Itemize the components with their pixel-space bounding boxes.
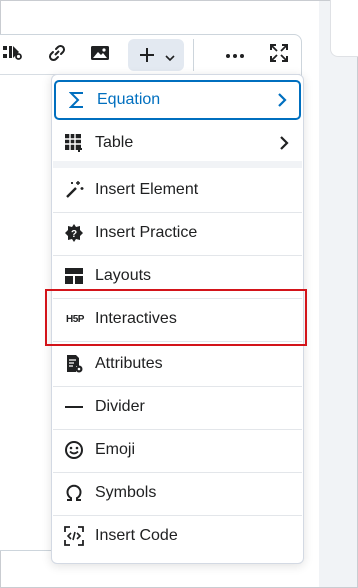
attributes-icon bbox=[64, 354, 84, 374]
emoji-icon bbox=[64, 440, 84, 460]
menu-item-insert-practice[interactable]: ? Insert Practice bbox=[52, 212, 303, 254]
menu-item-symbols[interactable]: Symbols bbox=[52, 472, 303, 514]
menu-item-label: Insert Element bbox=[95, 181, 199, 198]
menu-item-label: Layouts bbox=[95, 267, 152, 284]
chevron-right-icon bbox=[275, 93, 289, 107]
media-button[interactable] bbox=[0, 39, 26, 71]
menu-item-emoji[interactable]: Emoji bbox=[52, 429, 303, 471]
menu-item-label: Symbols bbox=[95, 484, 157, 501]
plus-icon bbox=[139, 47, 155, 68]
media-icon bbox=[2, 43, 24, 68]
layouts-icon bbox=[64, 266, 84, 286]
right-panel bbox=[319, 1, 357, 587]
link-button[interactable] bbox=[41, 39, 73, 71]
menu-item-insert-code[interactable]: Insert Code bbox=[52, 515, 303, 557]
group-separator bbox=[53, 161, 302, 168]
right-panel-card bbox=[330, 0, 358, 57]
more-icon bbox=[225, 46, 245, 64]
insert-stuff-button[interactable] bbox=[128, 39, 184, 71]
menu-item-insert-element[interactable]: Insert Element bbox=[52, 169, 303, 211]
code-icon bbox=[64, 526, 84, 546]
divider-icon bbox=[64, 397, 84, 417]
interactives-highlight-annotation bbox=[45, 289, 307, 346]
sigma-icon bbox=[67, 90, 87, 110]
image-icon bbox=[90, 44, 110, 67]
menu-item-label: Equation bbox=[97, 91, 161, 108]
fullscreen-button[interactable] bbox=[263, 39, 295, 71]
image-button[interactable] bbox=[84, 39, 116, 71]
magic-wand-icon bbox=[64, 180, 84, 200]
menu-item-label: Insert Code bbox=[95, 527, 178, 544]
menu-item-label: Emoji bbox=[95, 441, 136, 458]
toolbar-separator bbox=[193, 39, 194, 71]
fullscreen-icon bbox=[269, 43, 289, 68]
menu-item-label: Divider bbox=[95, 398, 145, 415]
practice-icon: ? bbox=[64, 223, 84, 243]
editor-toolbar bbox=[0, 35, 300, 75]
menu-item-label: Table bbox=[95, 134, 134, 151]
menu-item-label: Attributes bbox=[95, 355, 163, 372]
menu-item-equation[interactable]: Equation bbox=[54, 80, 301, 120]
menu-item-divider-insert[interactable]: Divider bbox=[52, 386, 303, 428]
chevron-right-icon bbox=[277, 136, 291, 150]
menu-item-attributes[interactable]: Attributes bbox=[52, 343, 303, 385]
more-button[interactable] bbox=[219, 39, 251, 71]
svg-text:?: ? bbox=[71, 229, 77, 240]
menu-item-label: Insert Practice bbox=[95, 224, 198, 241]
link-icon bbox=[47, 43, 67, 68]
omega-icon bbox=[64, 483, 84, 503]
table-icon bbox=[64, 133, 84, 153]
menu-item-table[interactable]: Table bbox=[52, 122, 303, 164]
chevron-down-icon bbox=[164, 50, 176, 68]
